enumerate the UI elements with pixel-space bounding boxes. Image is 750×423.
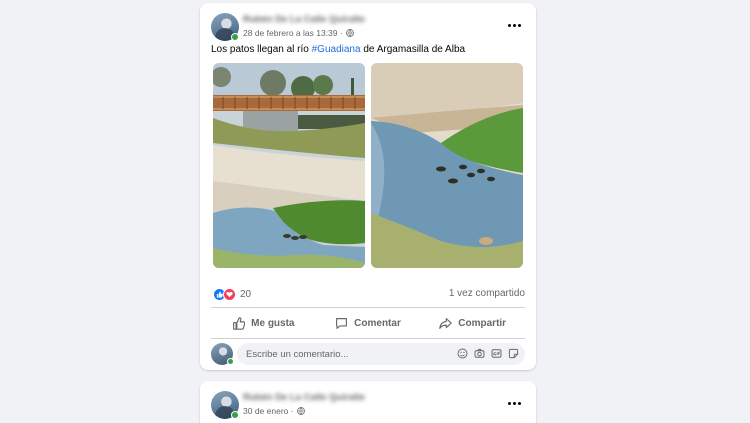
post-text: Los patos llegan al río #Guadiana de Arg… xyxy=(211,44,465,55)
author-name[interactable]: Rubén De La Calle Quiralte xyxy=(243,392,365,403)
post-header: Rubén De La Calle Quiralte 28 de febrero… xyxy=(211,13,524,43)
gif-icon[interactable] xyxy=(491,348,502,359)
comment-input[interactable]: Escribe un comentario... xyxy=(237,343,525,365)
post-header: Rubén De La Calle Quiralte 30 de enero · xyxy=(211,391,524,421)
shares-count[interactable]: 1 vez compartido xyxy=(449,288,525,299)
post-photo-ducks[interactable] xyxy=(371,63,523,268)
post-meta: 30 de enero · xyxy=(243,406,305,416)
post-card: Rubén De La Calle Quiralte 30 de enero · xyxy=(200,381,536,423)
post-text-start: Los patos llegan al río xyxy=(211,44,312,55)
hashtag-link[interactable]: #Guadiana xyxy=(312,44,361,55)
online-indicator xyxy=(231,411,239,419)
share-button[interactable]: Compartir xyxy=(420,310,525,336)
like-button[interactable]: Me gusta xyxy=(211,310,316,336)
comment-icon xyxy=(336,317,348,329)
online-indicator xyxy=(227,358,234,365)
author-name[interactable]: Rubén De La Calle Quiralte xyxy=(243,14,365,25)
reactions-summary[interactable]: 20 xyxy=(213,288,251,301)
comment-placeholder: Escribe un comentario... xyxy=(246,348,349,360)
comment-label: Comentar xyxy=(354,317,401,329)
love-icon xyxy=(223,288,236,301)
comment-button[interactable]: Comentar xyxy=(316,310,421,336)
more-icon[interactable] xyxy=(504,17,524,33)
divider xyxy=(211,307,525,308)
post-date[interactable]: 28 de febrero a las 13:39 · xyxy=(243,28,343,38)
post-card: Rubén De La Calle Quiralte 28 de febrero… xyxy=(200,3,536,370)
post-meta: 28 de febrero a las 13:39 · xyxy=(243,28,354,38)
post-date[interactable]: 30 de enero · xyxy=(243,406,294,416)
more-icon[interactable] xyxy=(504,395,524,411)
sticker-icon[interactable] xyxy=(508,348,519,359)
post-actions: Me gusta Comentar Compartir xyxy=(211,310,525,336)
comment-tools xyxy=(457,348,519,359)
like-label: Me gusta xyxy=(251,317,295,329)
reactions-count: 20 xyxy=(240,289,252,300)
emoji-icon[interactable] xyxy=(457,348,468,359)
share-icon xyxy=(439,317,453,329)
globe-icon xyxy=(345,29,354,37)
globe-icon xyxy=(296,407,305,415)
share-label: Compartir xyxy=(458,317,507,329)
divider xyxy=(211,338,525,339)
comment-composer: Escribe un comentario... xyxy=(211,342,525,366)
post-text-end: de Argamasilla de Alba xyxy=(360,44,466,55)
post-photo-bridge[interactable] xyxy=(213,63,365,268)
online-indicator xyxy=(231,33,239,41)
camera-icon[interactable] xyxy=(474,348,485,359)
thumb-up-icon xyxy=(233,316,246,330)
